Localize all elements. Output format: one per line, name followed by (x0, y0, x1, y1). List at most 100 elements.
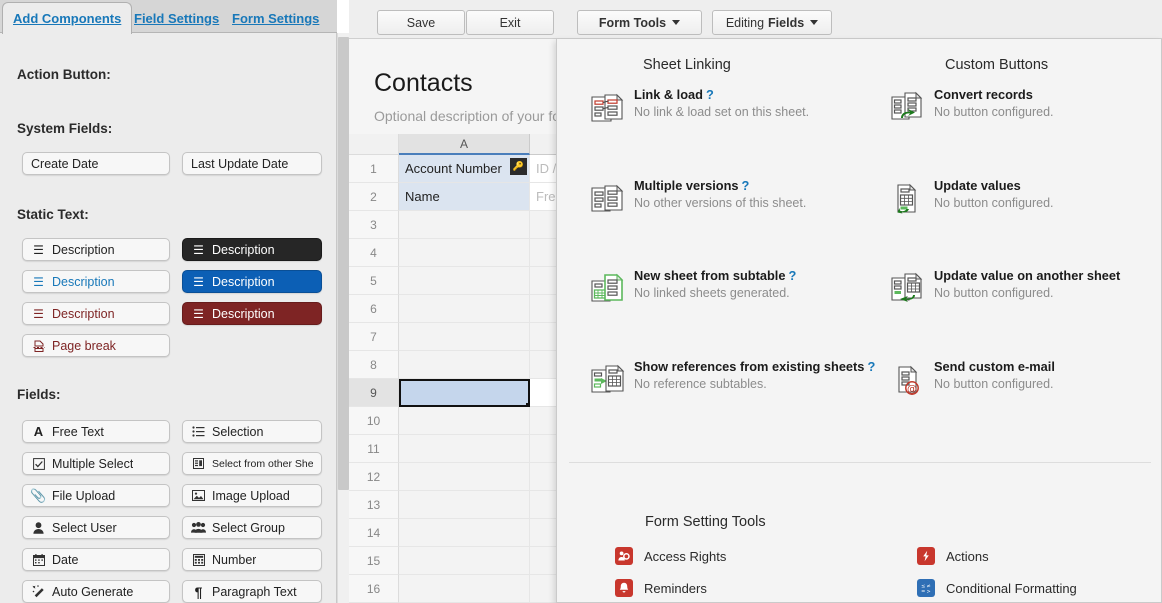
field-select-group[interactable]: Select Group (182, 516, 322, 539)
field-number[interactable]: Number (182, 548, 322, 571)
cell-a10[interactable] (399, 407, 530, 435)
static-text-page-break[interactable]: Page break (22, 334, 170, 357)
field-auto-generate[interactable]: Auto Generate (22, 580, 170, 603)
row-header-1[interactable]: 1 (349, 155, 399, 183)
exit-button[interactable]: Exit (466, 10, 554, 35)
calendar-icon (31, 554, 46, 566)
row-header-4[interactable]: 4 (349, 239, 399, 267)
tab-field-settings[interactable]: Field Settings (124, 3, 229, 33)
left-panel-scrollbar-thumb[interactable] (338, 37, 349, 490)
field-free-text[interactable]: A Free Text (22, 420, 170, 443)
cell-a12[interactable] (399, 463, 530, 491)
cell-a3[interactable] (399, 211, 530, 239)
field-last-update-date[interactable]: Last Update Date (182, 152, 322, 175)
row-header-11[interactable]: 11 (349, 435, 399, 463)
key-icon[interactable]: 🔑 (510, 158, 527, 175)
cell-a5[interactable] (399, 267, 530, 295)
form-tools-dropdown-button[interactable]: Form Tools (577, 10, 702, 35)
cell-a8[interactable] (399, 351, 530, 379)
group-icon (191, 522, 206, 533)
multiple-versions-title: Multiple versions? (634, 178, 877, 193)
row-header-13[interactable]: 13 (349, 491, 399, 519)
row-header-3[interactable]: 3 (349, 211, 399, 239)
field-image-upload[interactable]: Image Upload (182, 484, 322, 507)
link-load-subtitle: No link & load set on this sheet. (634, 104, 877, 120)
cell-a9[interactable] (399, 379, 530, 407)
help-icon[interactable]: ? (788, 268, 796, 283)
cell-a6[interactable] (399, 295, 530, 323)
form-tool-actions[interactable]: Actions (917, 543, 989, 569)
page-break-label: Page break (52, 339, 116, 353)
form-tool-access-rights[interactable]: Access Rights (615, 543, 726, 569)
show-references-title: Show references from existing sheets? (634, 359, 894, 374)
tab-form-settings[interactable]: Form Settings (222, 3, 329, 33)
row-header-9[interactable]: 9 (349, 379, 399, 407)
row-header-10[interactable]: 10 (349, 407, 399, 435)
cell-a13[interactable] (399, 491, 530, 519)
cell-a1[interactable]: Account Number 🔑 (399, 155, 530, 183)
lines-icon: ☰ (191, 276, 206, 288)
svg-text:>: > (926, 589, 930, 594)
static-text-description-maroon[interactable]: ☰ Description (182, 302, 322, 325)
cell-a16[interactable] (399, 575, 530, 603)
row-header-14[interactable]: 14 (349, 519, 399, 547)
field-label: Image Upload (212, 489, 290, 503)
cell-a15[interactable] (399, 547, 530, 575)
static-text-description-dark[interactable]: ☰ Description (182, 238, 322, 261)
field-label: Select User (52, 521, 117, 535)
field-create-date[interactable]: Create Date (22, 152, 170, 175)
field-date[interactable]: Date (22, 548, 170, 571)
cell-a14[interactable] (399, 519, 530, 547)
cell-a2[interactable]: Name (399, 183, 530, 211)
row-header-2[interactable]: 2 (349, 183, 399, 211)
form-tool-reminders[interactable]: Reminders (615, 575, 707, 601)
item-title: Link & load (634, 87, 703, 102)
cell-a7[interactable] (399, 323, 530, 351)
row-header-16[interactable]: 16 (349, 575, 399, 603)
list-icon (191, 426, 206, 437)
sheet-title[interactable]: Contacts (374, 69, 473, 98)
dropdown-divider (569, 462, 1151, 463)
row-header-12[interactable]: 12 (349, 463, 399, 491)
sheet-description[interactable]: Optional description of your fo (374, 108, 560, 124)
static-text-description-maroon-text[interactable]: ☰ Description (22, 302, 170, 325)
help-icon[interactable]: ? (867, 359, 875, 374)
convert-records-title: Convert records (934, 87, 1162, 102)
editing-value-label: Fields (768, 16, 804, 30)
field-select-user[interactable]: Select User (22, 516, 170, 539)
help-icon[interactable]: ? (742, 178, 750, 193)
help-icon[interactable]: ? (706, 87, 714, 102)
editing-mode-dropdown-button[interactable]: Editing Fields (712, 10, 832, 35)
lines-icon: ☰ (31, 244, 46, 256)
cell-a11[interactable] (399, 435, 530, 463)
app-screen: Add Components Field Settings Form Setti… (0, 0, 1162, 603)
field-selection[interactable]: Selection (182, 420, 322, 443)
section-label-static-text: Static Text: (17, 207, 89, 222)
save-button[interactable]: Save (377, 10, 465, 35)
field-select-from-other-sheet[interactable]: Select from other Sheet (182, 452, 322, 475)
static-text-description-blue-text[interactable]: ☰ Description (22, 270, 170, 293)
field-paragraph-text[interactable]: ¶ Paragraph Text (182, 580, 322, 603)
static-text-description-plain[interactable]: ☰ Description (22, 238, 170, 261)
tab-add-components[interactable]: Add Components (2, 2, 132, 34)
field-label: Auto Generate (52, 585, 133, 599)
column-header-a[interactable]: A (399, 134, 530, 155)
row-header-7[interactable]: 7 (349, 323, 399, 351)
field-file-upload[interactable]: 📎 File Upload (22, 484, 170, 507)
fill-handle[interactable] (526, 403, 530, 407)
new-sheet-subtable-icon (587, 268, 629, 310)
cell-a4[interactable] (399, 239, 530, 267)
row-header-5[interactable]: 5 (349, 267, 399, 295)
convert-records-subtitle: No button configured. (934, 104, 1162, 120)
form-setting-tools-heading: Form Setting Tools (645, 514, 766, 530)
row-header-15[interactable]: 15 (349, 547, 399, 575)
static-text-description-blue[interactable]: ☰ Description (182, 270, 322, 293)
custom-buttons-heading: Custom Buttons (945, 57, 1048, 73)
form-tool-conditional-formatting[interactable]: ≤ ≠ = > Conditional Formatting (917, 575, 1077, 601)
row-header-8[interactable]: 8 (349, 351, 399, 379)
new-sheet-subtable-text: New sheet from subtable? No linked sheet… (634, 268, 877, 301)
show-references-subtitle: No reference subtables. (634, 376, 894, 392)
field-multiple-select[interactable]: Multiple Select (22, 452, 170, 475)
update-values-subtitle: No button configured. (934, 195, 1162, 211)
row-header-6[interactable]: 6 (349, 295, 399, 323)
